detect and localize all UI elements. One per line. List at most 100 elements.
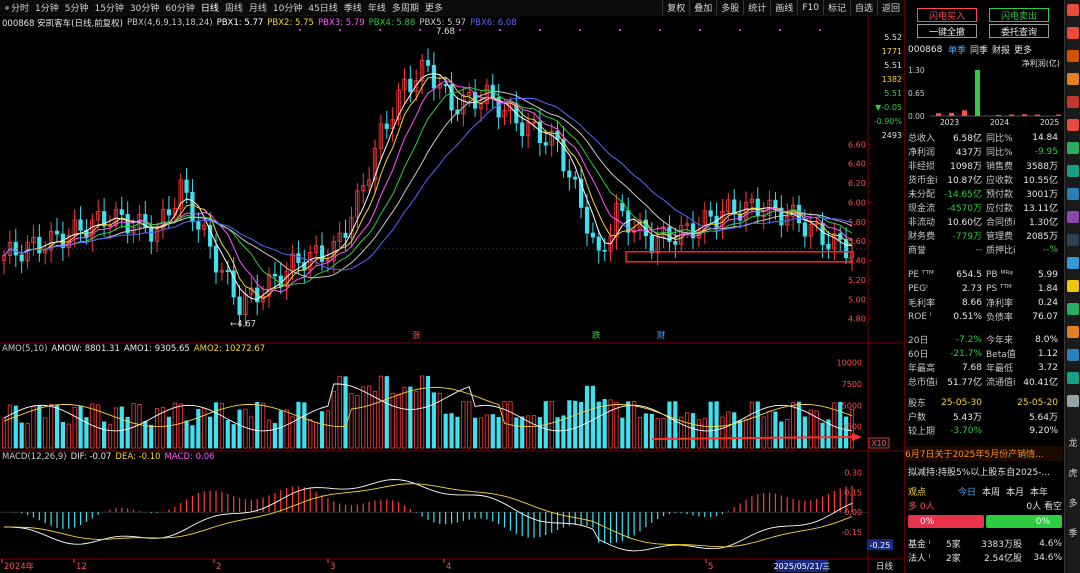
dea-value: DEA: -0.10: [115, 451, 161, 462]
side-text-2[interactable]: 多: [1067, 496, 1079, 509]
side-text-3[interactable]: 季: [1067, 526, 1079, 539]
mail-icon[interactable]: [1067, 372, 1079, 384]
volume-bar: [690, 413, 696, 449]
profit-tab-1[interactable]: 同季: [970, 43, 988, 56]
flash-buy-button[interactable]: 闪电买入: [917, 8, 977, 22]
news-item-1[interactable]: 6月7日关于2025年5月份产销情...: [905, 446, 1063, 461]
toolbar-button-8[interactable]: 返回: [876, 0, 904, 15]
row-label: 财务费: [908, 232, 936, 242]
quote-info-label: ▼-0.05: [875, 103, 902, 112]
chart-area[interactable]: 7.68 ←4.67 涨 跌 财 6.60 6.40 6.20 6.00 5.80 5.60 5.40…: [0, 16, 904, 573]
stats-row: 60日 -21.7% Beta值 1.12: [908, 347, 1062, 361]
volume-bar: [331, 390, 336, 449]
bookmark-icon[interactable]: [1067, 211, 1079, 223]
volume-bar: [184, 420, 189, 449]
toolbar-button-7[interactable]: 自选: [849, 0, 877, 15]
toolbar-button-2[interactable]: 多股: [716, 0, 743, 15]
toolbar-button-0[interactable]: 复权: [662, 0, 689, 15]
order-query-button[interactable]: 委托查询: [989, 24, 1049, 38]
row-label: ROE ⁱ: [908, 311, 932, 322]
profit-year-label: 2023: [940, 118, 959, 126]
volume-bar: [478, 417, 484, 449]
valuation-row: PEGⁱ 2.73 PS ᵀᵀᴹ 1.84: [908, 282, 1062, 295]
candle-body: [673, 241, 678, 245]
tab-11[interactable]: 季线: [341, 0, 365, 15]
toolbar-button-4[interactable]: 画线: [770, 0, 797, 15]
tab-8[interactable]: 月线: [246, 0, 270, 15]
finance-row: 非流动 10.60亿 合同债i 1.30亿: [908, 215, 1062, 228]
flag-icon[interactable]: [1067, 27, 1079, 39]
toolbar-button-5[interactable]: F10: [797, 0, 823, 15]
bell-icon[interactable]: [1067, 50, 1079, 62]
profit-tab-3[interactable]: 更多: [1014, 43, 1032, 56]
f10-icon[interactable]: [1067, 349, 1079, 361]
volume-bar: [537, 417, 542, 449]
rsi-icon[interactable]: [1067, 257, 1079, 269]
row-label-2: 负债率: [986, 313, 1014, 323]
tab-7[interactable]: 周线: [222, 0, 246, 15]
event-marker[interactable]: 跌: [592, 330, 601, 341]
k-icon[interactable]: [1067, 119, 1079, 131]
tab-4[interactable]: 30分钟: [127, 0, 162, 15]
pen-icon[interactable]: [1067, 280, 1079, 292]
fund-row: 基金 ⁱ 5家 3383万股 4.6%: [908, 537, 1062, 551]
edit-icon[interactable]: [1067, 326, 1079, 338]
kline-chart[interactable]: 7.68 ←4.67 涨 跌 财 6.60 6.40 6.20 6.00 5.80 5.60 5.40…: [0, 16, 904, 573]
trend-arrow-head: [852, 433, 862, 441]
row-label-2: Beta值: [986, 350, 1016, 360]
row-label-2: 合同债i: [986, 218, 1016, 228]
volume-bar: [249, 416, 254, 449]
side-text-0[interactable]: 龙: [1067, 436, 1079, 449]
candle-body: [78, 219, 83, 231]
grid-icon[interactable]: [1067, 142, 1079, 154]
candle-body: [237, 296, 242, 315]
ruler-icon[interactable]: [1067, 395, 1079, 407]
tab-13[interactable]: 多周期: [389, 0, 422, 15]
tab-12[interactable]: 年线: [365, 0, 389, 15]
tab-10[interactable]: 45日线: [305, 0, 340, 15]
tab-6[interactable]: 日线: [198, 0, 222, 15]
table2-icon[interactable]: [1067, 303, 1079, 315]
candle-body: [573, 176, 578, 180]
doc-icon[interactable]: [1067, 96, 1079, 108]
view-tab-3[interactable]: 本年: [1030, 485, 1048, 498]
tab-9[interactable]: 10分钟: [270, 0, 305, 15]
volume-bar: [743, 418, 749, 449]
list-icon[interactable]: [1067, 73, 1079, 85]
period-tabs: 分时 1分钟 5分钟 15分钟 30分钟 60分钟 日线 周线 月线 10分钟 45日线 季线 年线 多周…: [0, 0, 446, 15]
star-icon[interactable]: [1067, 234, 1079, 246]
candle-body: [119, 209, 124, 215]
tab-14[interactable]: 更多: [422, 0, 446, 15]
table-icon[interactable]: [1067, 188, 1079, 200]
profit-tab-0[interactable]: 单季: [948, 43, 966, 56]
tab-5[interactable]: 60分钟: [162, 0, 197, 15]
toolbar-button-1[interactable]: 叠加: [689, 0, 716, 15]
eye-icon[interactable]: [1067, 4, 1079, 16]
macd-current-text: -0.25: [870, 541, 891, 550]
tab-3[interactable]: 15分钟: [91, 0, 126, 15]
finance-row: 总收入 6.58亿 同比% 14.84: [908, 131, 1062, 145]
pbx-3: PBX3: 5.79: [317, 17, 365, 28]
event-marker[interactable]: 财: [657, 330, 666, 341]
cancel-all-button[interactable]: 一键全撤: [917, 24, 977, 38]
view-tab-2[interactable]: 本月: [1006, 485, 1024, 498]
volume-bar: [496, 416, 501, 449]
volume-bar: [390, 392, 395, 449]
toolbar-button-6[interactable]: 标记: [822, 0, 850, 15]
view-tab-0[interactable]: 今日: [958, 485, 976, 498]
row-value-2: 13.11亿: [1023, 204, 1058, 214]
tab-1[interactable]: 1分钟: [32, 0, 62, 15]
profit-tab-2[interactable]: 财报: [992, 43, 1010, 56]
side-text-1[interactable]: 虎: [1067, 466, 1079, 479]
tab-0[interactable]: 分时: [2, 0, 32, 15]
toolbar-button-3[interactable]: 统计: [743, 0, 770, 15]
flash-sell-button[interactable]: 闪电卖出: [989, 8, 1049, 22]
chart-icon[interactable]: [1067, 165, 1079, 177]
candle-body: [425, 59, 431, 66]
tab-2[interactable]: 5分钟: [62, 0, 92, 15]
event-marker[interactable]: 涨: [412, 330, 421, 341]
signal-dot: [579, 29, 581, 31]
view-tab-1[interactable]: 本周: [982, 485, 1000, 498]
volume-bar: [66, 423, 71, 449]
news-item-2[interactable]: 拟减持:持股5%以上股东自2025-...: [908, 465, 1062, 478]
